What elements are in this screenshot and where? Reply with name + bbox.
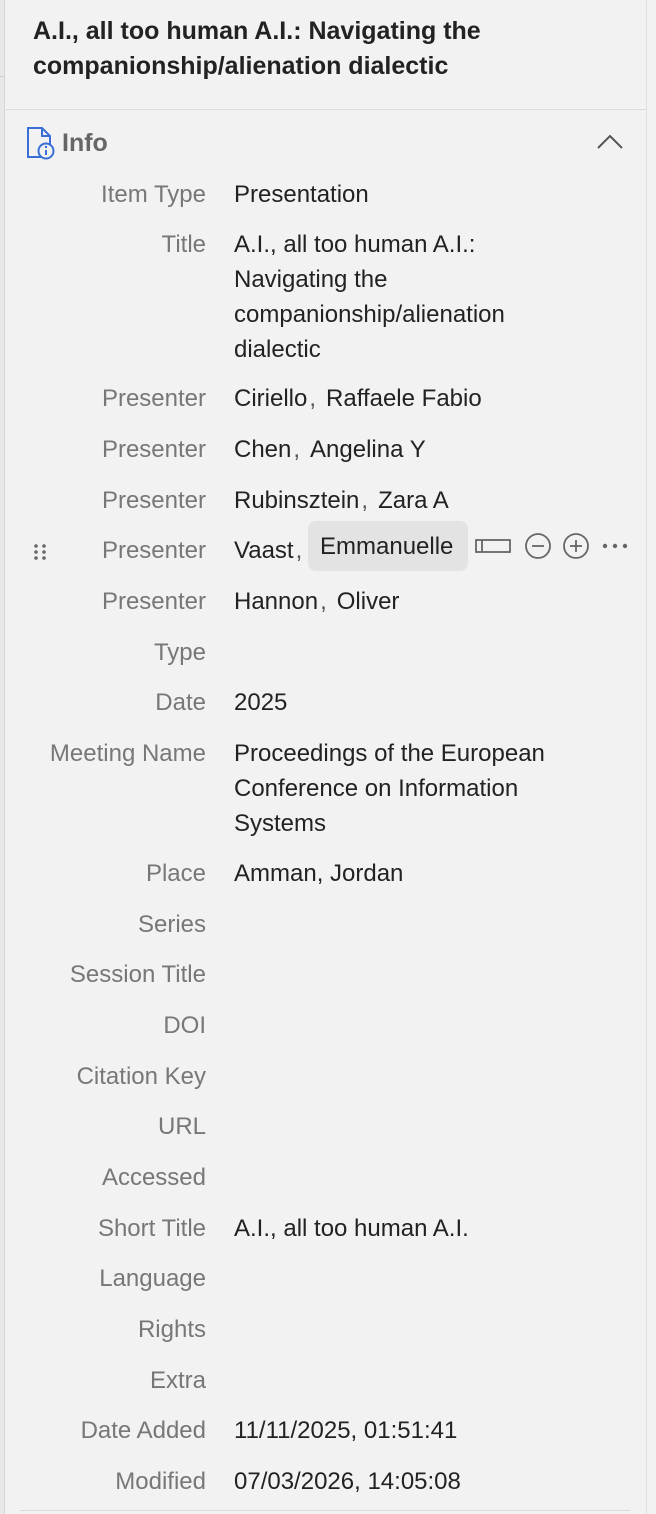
field-label: Short Title xyxy=(97,1215,206,1242)
field-label: Rights xyxy=(137,1316,206,1343)
info-section-header[interactable]: Info xyxy=(6,118,646,170)
item-type-value[interactable]: Presentation xyxy=(234,177,574,212)
name-separator: , xyxy=(295,537,303,564)
ellipsis-icon[interactable] xyxy=(598,531,632,561)
field-label: Modified xyxy=(115,1468,206,1495)
presenter-last-name[interactable]: Ciriello xyxy=(234,385,307,412)
field-mode-icon[interactable] xyxy=(474,535,512,557)
field-label: Accessed xyxy=(101,1164,206,1191)
presenter-name: Chen, Angelina Y xyxy=(234,432,574,467)
minus-circle-icon[interactable] xyxy=(523,531,553,561)
presenter-last-name[interactable]: Chen xyxy=(234,436,291,463)
field-label[interactable]: Presenter xyxy=(102,533,206,568)
field-label: URL xyxy=(157,1113,206,1140)
presenter-last-name[interactable]: Vaast xyxy=(234,537,294,564)
field-label: Language xyxy=(99,1265,206,1292)
field-label: Date Added xyxy=(80,1417,206,1444)
section-divider xyxy=(20,1510,630,1511)
meeting-name-line: Conference on Information xyxy=(234,775,519,802)
field-label: Session Title xyxy=(69,961,206,988)
field-label: Title xyxy=(161,231,206,258)
field-label[interactable]: Presenter xyxy=(102,584,206,619)
meeting-name-line: Proceedings of the European xyxy=(234,740,545,767)
left-pane-edge xyxy=(0,0,5,1514)
field-label: Meeting Name xyxy=(49,740,206,767)
name-separator: , xyxy=(293,436,301,463)
modified-value: 07/03/2026, 14:05:08 xyxy=(234,1468,461,1495)
field-label: Date xyxy=(155,689,206,716)
presenter-first-name-input[interactable]: Emmanuelle xyxy=(308,521,468,571)
title-line: dialectic xyxy=(234,336,321,363)
info-section-label: Info xyxy=(62,129,108,157)
name-separator: , xyxy=(361,487,369,514)
field-label: Series xyxy=(137,911,206,938)
item-pane-header: A.I., all too human A.I.: Navigating the… xyxy=(6,0,646,110)
presenter-name: Rubinsztein, Zara A xyxy=(234,483,574,518)
place-value[interactable]: Amman, Jordan xyxy=(234,856,574,891)
meeting-name-line: Systems xyxy=(234,810,327,837)
drag-handle-icon[interactable] xyxy=(32,543,48,561)
presenter-row-actions xyxy=(472,531,632,561)
name-separator: , xyxy=(309,385,317,412)
field-label: Place xyxy=(145,860,206,887)
short-title-value[interactable]: A.I., all too human A.I. xyxy=(234,1211,574,1246)
presenter-first-name[interactable]: Raffaele Fabio xyxy=(326,385,482,412)
right-scroll-edge[interactable] xyxy=(646,0,656,1514)
presenter-name: Ciriello, Raffaele Fabio xyxy=(234,381,574,416)
presenter-last-name[interactable]: Rubinsztein xyxy=(234,487,359,514)
name-separator: , xyxy=(320,588,327,615)
presenter-name: Hannon, Oliver xyxy=(234,584,574,619)
title-line: Navigating the xyxy=(234,266,388,293)
presenter-first-name[interactable]: Oliver xyxy=(337,588,400,615)
meeting-name-value[interactable]: Proceedings of the European Conference o… xyxy=(234,736,574,841)
date-value[interactable]: 2025 xyxy=(234,685,574,720)
field-label: Item Type xyxy=(101,181,206,208)
info-document-icon xyxy=(27,127,55,160)
field-label[interactable]: Presenter xyxy=(102,381,206,416)
title-line: A.I., all too human A.I.: xyxy=(234,231,476,258)
item-title-heading[interactable]: A.I., all too human A.I.: Navigating the… xyxy=(33,14,593,84)
title-value[interactable]: A.I., all too human A.I.: Navigating the… xyxy=(234,227,574,367)
date-added-value: 11/11/2025, 01:51:41 xyxy=(234,1417,458,1444)
field-label[interactable]: Presenter xyxy=(102,432,206,467)
presenter-first-name[interactable]: Angelina Y xyxy=(310,436,426,463)
field-label: Type xyxy=(153,639,206,666)
field-label[interactable]: Presenter xyxy=(102,483,206,518)
pane-divider-notch xyxy=(0,76,5,77)
plus-circle-icon[interactable] xyxy=(561,531,591,561)
presenter-first-name[interactable]: Zara A xyxy=(378,487,449,514)
presenter-last-name[interactable]: Hannon xyxy=(234,588,318,615)
field-label: Extra xyxy=(149,1367,206,1394)
field-label: DOI xyxy=(163,1012,206,1039)
title-line: companionship/alienation xyxy=(234,301,505,328)
field-label: Citation Key xyxy=(76,1063,206,1090)
presenter-first-name: Emmanuelle xyxy=(320,533,454,560)
chevron-up-icon[interactable] xyxy=(594,130,626,154)
